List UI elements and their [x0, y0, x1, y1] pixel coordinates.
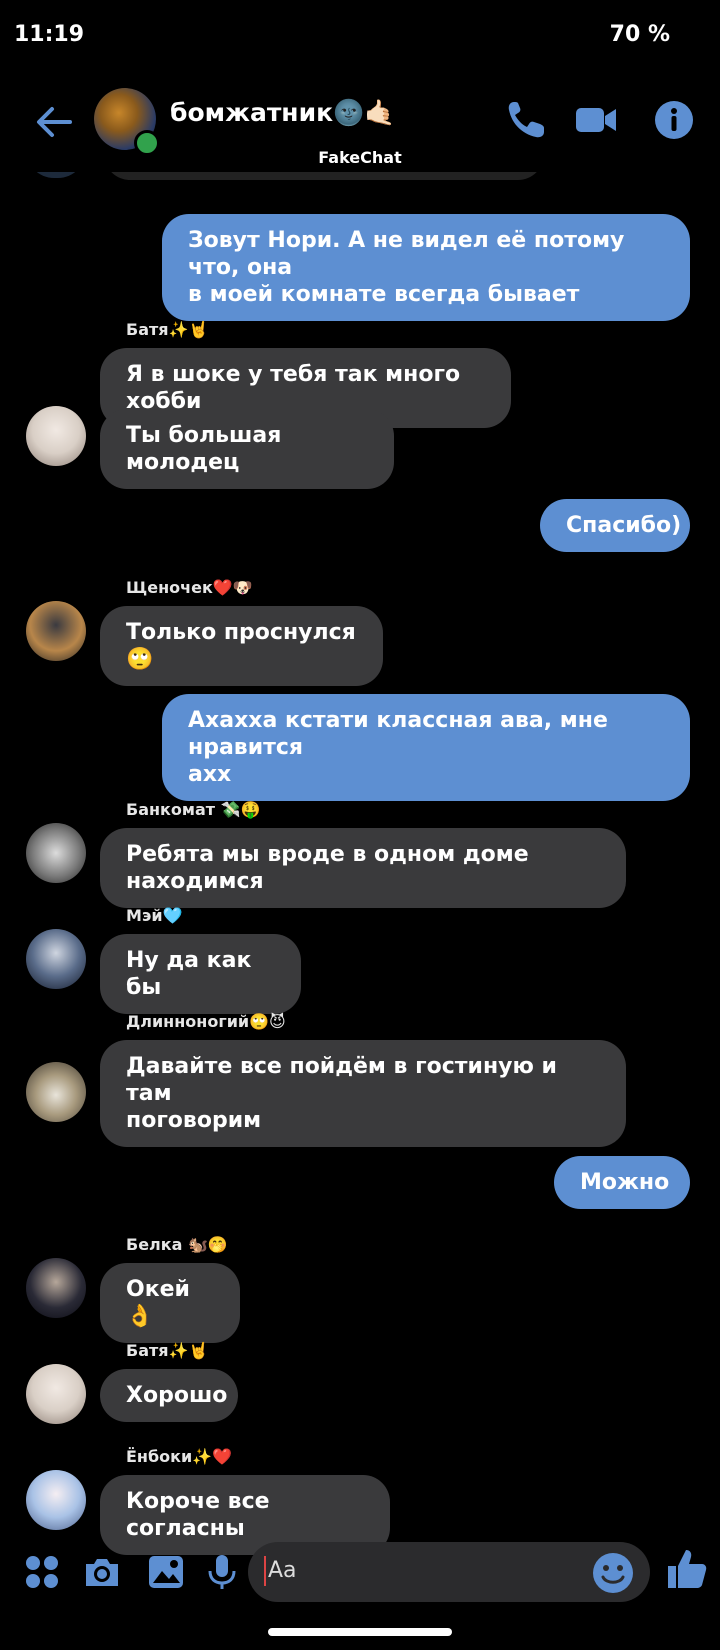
video-icon[interactable] [574, 98, 618, 142]
apps-icon[interactable] [22, 1552, 62, 1592]
emoji-icon[interactable] [592, 1552, 634, 1594]
message-bubble-outgoing[interactable]: Зовут Нори. А не видел её потому что, он… [162, 214, 690, 321]
avatar[interactable] [26, 1258, 86, 1318]
home-indicator[interactable] [268, 1628, 452, 1636]
chat-header: бомжатник🌚🤙🏻 FakeChat [0, 80, 720, 172]
sender-name: Щеночек❤️🐶 [126, 578, 253, 597]
battery-level: 70 % [609, 22, 670, 47]
avatar[interactable] [26, 1062, 86, 1122]
message-bubble-incoming[interactable]: Окей 👌 [100, 1263, 240, 1343]
back-arrow-icon[interactable] [34, 102, 74, 142]
sender-name: Белка 🐿️🤭 [126, 1235, 228, 1254]
app-subtitle: FakeChat [318, 148, 402, 167]
info-icon[interactable] [652, 98, 696, 142]
sender-name: Банкомат 💸🤑 [126, 800, 261, 819]
avatar[interactable] [26, 1364, 86, 1424]
message-input[interactable]: Aa [248, 1542, 650, 1602]
chat-title[interactable]: бомжатник🌚🤙🏻 [170, 98, 395, 128]
sender-name: Батя✨🤘 [126, 320, 209, 339]
avatar[interactable] [26, 406, 86, 466]
message-bubble-incoming[interactable]: Только проснулся 🙄 [100, 606, 383, 686]
gallery-icon[interactable] [146, 1552, 186, 1592]
sender-name: Батя✨🤘 [126, 1341, 209, 1360]
composer-bar: Aa [0, 1538, 720, 1618]
status-bar: 11:19 70 % [0, 0, 720, 80]
avatar[interactable] [26, 601, 86, 661]
sender-name: Ёнбоки✨❤️ [126, 1447, 233, 1466]
like-icon[interactable] [664, 1546, 708, 1592]
avatar[interactable] [26, 1470, 86, 1530]
avatar[interactable] [26, 823, 86, 883]
avatar[interactable] [26, 929, 86, 989]
mic-icon[interactable] [202, 1552, 242, 1592]
message-bubble-outgoing[interactable]: Можно [554, 1156, 690, 1209]
message-bubble-incoming[interactable]: Хорошо [100, 1369, 238, 1422]
sender-name: Мэй🩵 [126, 906, 183, 925]
message-input-placeholder: Aa [268, 1558, 297, 1583]
message-bubble-incoming[interactable]: Ты большая молодец [100, 409, 394, 489]
status-time: 11:19 [14, 22, 85, 47]
camera-icon[interactable] [82, 1552, 122, 1592]
message-bubble-incoming[interactable]: Ну да как бы [100, 934, 301, 1014]
message-bubble-outgoing[interactable]: Ахахха кстати классная ава, мне нравится… [162, 694, 690, 801]
text-caret [264, 1556, 266, 1586]
message-bubble-incoming[interactable]: Давайте все пойдём в гостиную и там пого… [100, 1040, 626, 1147]
message-bubble-incoming[interactable]: Ребята мы вроде в одном доме находимся [100, 828, 626, 908]
message-bubble-outgoing[interactable]: Спасибо) [540, 499, 690, 552]
sender-name: Длинноногий🙄😈 [126, 1012, 286, 1031]
phone-icon[interactable] [504, 98, 548, 142]
